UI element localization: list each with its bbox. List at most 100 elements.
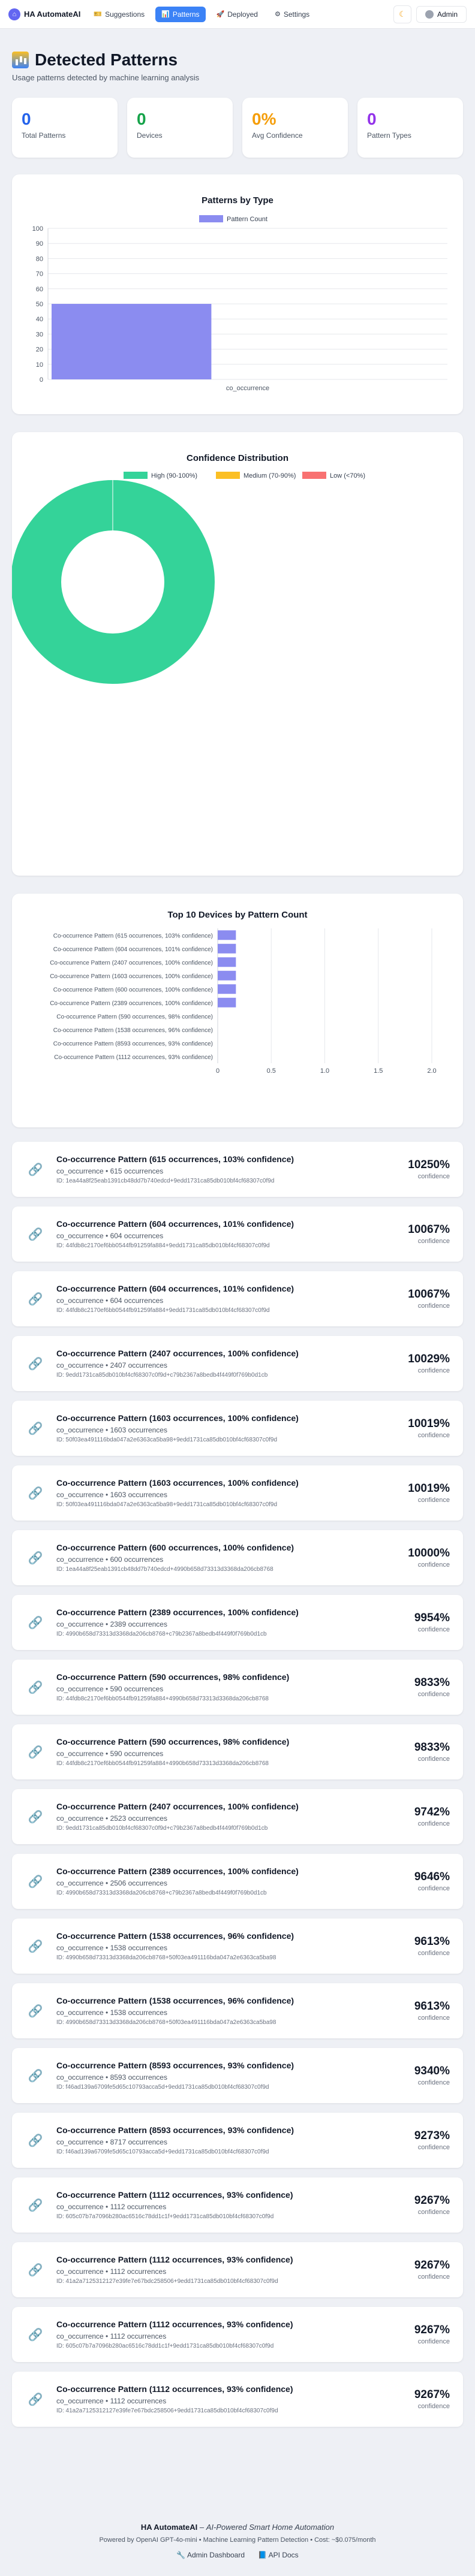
pattern-description: co_occurrence • 1112 occurrences — [56, 2203, 167, 2211]
footer-admin-link[interactable]: 🔧 Admin Dashboard — [176, 2551, 245, 2559]
pattern-body: Co-occurrence Pattern (1603 occurrences,… — [56, 1478, 408, 1508]
link-icon: 🔗 — [28, 1357, 43, 1371]
pattern-body: Co-occurrence Pattern (1112 occurrences,… — [56, 2319, 414, 2349]
pattern-card[interactable]: 🔗 Co-occurrence Pattern (1112 occurrences… — [12, 2177, 463, 2233]
pattern-id: ID: f46ad139a6709fe5d65c10793acca5d+9edd… — [56, 2084, 269, 2091]
pattern-title: Co-occurrence Pattern (590 occurrences, … — [56, 1672, 290, 1682]
nav-patterns[interactable]: 📊 Patterns — [155, 6, 206, 22]
pattern-card[interactable]: 🔗 Co-occurrence Pattern (1112 occurrences… — [12, 2242, 463, 2297]
book-icon: 📘 — [258, 2551, 269, 2559]
y-tick-label: 10 — [36, 361, 43, 369]
nav-settings-label: Settings — [283, 10, 310, 19]
pattern-id: ID: 41a2a7125312127e39fe7e67bdc258506+9e… — [56, 2278, 278, 2285]
pattern-confidence-value: 10029% — [408, 1353, 450, 1365]
pattern-confidence: 9613% confidence — [414, 2000, 450, 2022]
pattern-body: Co-occurrence Pattern (604 occurrences, … — [56, 1219, 408, 1249]
home-logo-icon: ⌂ — [8, 8, 20, 20]
pattern-card[interactable]: 🔗 Co-occurrence Pattern (2407 occurrences… — [12, 1789, 463, 1844]
pattern-card[interactable]: 🔗 Co-occurrence Pattern (2407 occurrences… — [12, 1336, 463, 1391]
x-tick-label: 0 — [216, 1067, 220, 1075]
y-tick-label: 50 — [36, 301, 43, 308]
footer-line2: Powered by OpenAI GPT-4o-mini • Machine … — [99, 2536, 376, 2544]
pattern-card[interactable]: 🔗 Co-occurrence Pattern (600 occurrences,… — [12, 1530, 463, 1585]
pattern-card[interactable]: 🔗 Co-occurrence Pattern (604 occurrences,… — [12, 1271, 463, 1326]
pattern-confidence: 9833% confidence — [414, 1741, 450, 1763]
ticket-icon: 🎫 — [94, 11, 103, 18]
footer-api-link[interactable]: 📘 API Docs — [258, 2551, 299, 2559]
pattern-id: ID: f46ad139a6709fe5d65c10793acca5d+9edd… — [56, 2149, 269, 2155]
dark-mode-toggle[interactable]: ☾ — [393, 5, 411, 23]
pattern-title: Co-occurrence Pattern (590 occurrences, … — [56, 1737, 290, 1747]
pattern-description: co_occurrence • 1538 occurrences — [56, 2008, 167, 2017]
y-tick-label: 100 — [32, 225, 43, 233]
pattern-card[interactable]: 🔗 Co-occurrence Pattern (1603 occurrences… — [12, 1465, 463, 1521]
pattern-card[interactable]: 🔗 Co-occurrence Pattern (1538 occurrences… — [12, 1919, 463, 1974]
x-tick-label: 0.5 — [267, 1067, 276, 1075]
pattern-card[interactable]: 🔗 Co-occurrence Pattern (1538 occurrences… — [12, 1983, 463, 2038]
pattern-body: Co-occurrence Pattern (600 occurrences, … — [56, 1543, 408, 1573]
pattern-description: co_occurrence • 604 occurrences — [56, 1232, 164, 1240]
pattern-id: ID: 9edd1731ca85db010bf4cf68307c0f9d+c79… — [56, 1372, 268, 1379]
y-tick-label: 20 — [36, 346, 43, 354]
pattern-card[interactable]: 🔗 Co-occurrence Pattern (615 occurrences,… — [12, 1142, 463, 1197]
pattern-confidence-label: confidence — [417, 1885, 450, 1892]
pattern-confidence-label: confidence — [417, 1173, 450, 1180]
pattern-card[interactable]: 🔗 Co-occurrence Pattern (590 occurrences,… — [12, 1660, 463, 1715]
pattern-confidence-label: confidence — [417, 1561, 450, 1568]
main-content: Detected Patterns Usage patterns detecte… — [11, 29, 463, 2571]
pattern-confidence: 9267% confidence — [414, 2388, 450, 2410]
pattern-confidence-label: confidence — [417, 1691, 450, 1698]
pattern-title: Co-occurrence Pattern (1112 occurrences,… — [56, 2319, 293, 2329]
pattern-confidence-value: 9742% — [414, 1806, 450, 1818]
pattern-confidence-value: 9833% — [414, 1676, 450, 1689]
nav-settings[interactable]: ⚙ Settings — [269, 7, 315, 22]
pattern-id: ID: 50f03ea491116bda047a2e6363ca5ba98+9e… — [56, 1501, 278, 1508]
top-devices-chart: Top 10 Devices by Pattern Count 0 0.5 1.0 1.… — [50, 910, 436, 1075]
stat-value: 0 — [22, 110, 31, 128]
pattern-card[interactable]: 🔗 Co-occurrence Pattern (1112 occurrences… — [12, 2307, 463, 2362]
pattern-body: Co-occurrence Pattern (590 occurrences, … — [56, 1672, 414, 1702]
pattern-card[interactable]: 🔗 Co-occurrence Pattern (2389 occurrences… — [12, 1595, 463, 1650]
y-tick-label: Co-occurrence Pattern (590 occurrences, … — [56, 1013, 213, 1020]
pattern-confidence-label: confidence — [417, 2144, 450, 2151]
pattern-confidence-label: confidence — [417, 1497, 450, 1504]
patterns-by-type-card: Patterns by Type Pattern Count 0 10 20 30 40 50… — [12, 174, 463, 414]
pattern-confidence-label: confidence — [417, 1238, 450, 1245]
nav-suggestions[interactable]: 🎫 Suggestions — [88, 7, 151, 22]
brand[interactable]: ⌂ HA AutomateAI — [8, 8, 80, 20]
pattern-card[interactable]: 🔗 Co-occurrence Pattern (8593 occurrences… — [12, 2113, 463, 2168]
pattern-card[interactable]: 🔗 Co-occurrence Pattern (1603 occurrences… — [12, 1401, 463, 1456]
pattern-confidence-label: confidence — [417, 2403, 450, 2410]
pattern-confidence-label: confidence — [417, 1820, 450, 1827]
y-tick-label: 40 — [36, 316, 43, 323]
pattern-title: Co-occurrence Pattern (2407 occurrences,… — [56, 1349, 299, 1358]
pattern-title: Co-occurrence Pattern (2389 occurrences,… — [56, 1607, 299, 1617]
admin-button[interactable]: Admin — [416, 5, 467, 23]
pattern-card[interactable]: 🔗 Co-occurrence Pattern (8593 occurrences… — [12, 2048, 463, 2103]
pattern-id: ID: 1ea44a8f25eab1391cb48dd7b740edcd+9ed… — [56, 1178, 275, 1184]
pattern-id: ID: 4990b658d73313d3368da206cb8768+c79b2… — [56, 1631, 267, 1637]
y-tick-label: 30 — [36, 331, 43, 338]
pattern-title: Co-occurrence Pattern (604 occurrences, … — [56, 1284, 294, 1293]
pattern-title: Co-occurrence Pattern (1112 occurrences,… — [56, 2384, 293, 2394]
confidence-distribution-card: Confidence Distribution High (90-100%) Med… — [11, 432, 463, 876]
admin-label: Admin — [437, 10, 458, 19]
link-icon: 🔗 — [28, 1551, 43, 1565]
pattern-card[interactable]: 🔗 Co-occurrence Pattern (1112 occurrences… — [12, 2372, 463, 2427]
bar — [218, 970, 236, 981]
pattern-title: Co-occurrence Pattern (8593 occurrences,… — [56, 2125, 294, 2135]
pattern-id: ID: 9edd1731ca85db010bf4cf68307c0f9d+c79… — [56, 1825, 268, 1832]
pattern-card[interactable]: 🔗 Co-occurrence Pattern (2389 occurrences… — [12, 1854, 463, 1909]
pattern-body: Co-occurrence Pattern (1538 occurrences,… — [56, 1931, 414, 1961]
stats-row: 0 Total Patterns 0 Devices 0% Avg Confid… — [12, 98, 463, 158]
nav-deployed[interactable]: 🚀 Deployed — [211, 7, 264, 22]
pattern-card[interactable]: 🔗 Co-occurrence Pattern (604 occurrences,… — [12, 1206, 463, 1262]
pattern-confidence-label: confidence — [417, 2014, 450, 2022]
pattern-card[interactable]: 🔗 Co-occurrence Pattern (590 occurrences,… — [12, 1724, 463, 1779]
pattern-confidence: 9742% confidence — [414, 1806, 450, 1827]
pattern-confidence: 9340% confidence — [414, 2065, 450, 2086]
pattern-confidence-label: confidence — [417, 2079, 450, 2086]
pattern-confidence-label: confidence — [417, 1367, 450, 1374]
gear-icon: ⚙ — [274, 11, 281, 18]
pattern-body: Co-occurrence Pattern (2407 occurrences,… — [56, 1802, 414, 1832]
